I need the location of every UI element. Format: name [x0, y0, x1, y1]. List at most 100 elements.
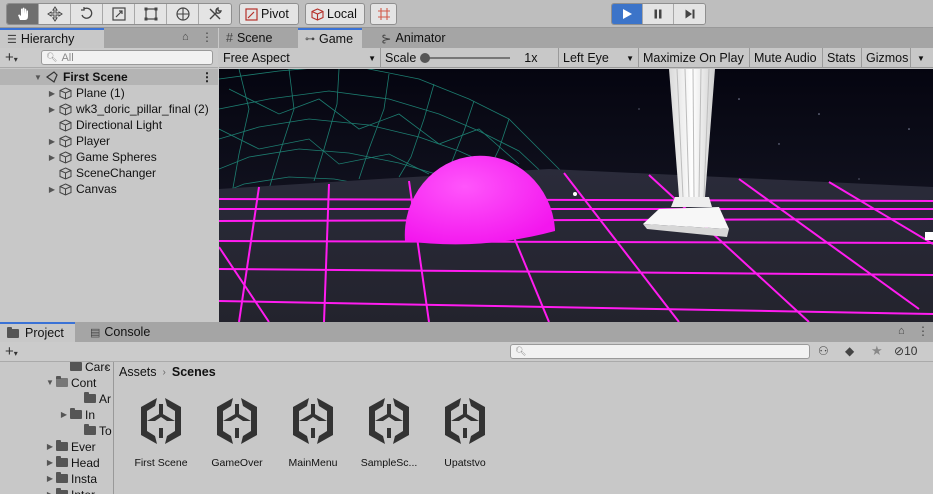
scene-asset-tile[interactable]: GameOver: [199, 396, 275, 469]
hierarchy-item[interactable]: ▶ Game Spheres: [0, 149, 218, 165]
scale-track[interactable]: [420, 53, 511, 63]
white-dot: [573, 192, 577, 196]
tab-console[interactable]: ▤ Console: [83, 322, 163, 342]
rect-tool-button[interactable]: [135, 4, 167, 24]
game-viewport[interactable]: [219, 69, 933, 322]
folder-label: Insta: [71, 471, 98, 486]
transform-tool-button[interactable]: [167, 4, 199, 24]
breadcrumb-assets[interactable]: Assets: [119, 365, 157, 379]
create-button[interactable]: +▾: [5, 49, 18, 66]
expand-arrow-icon[interactable]: ▼: [33, 73, 43, 82]
expand-arrow-icon[interactable]: ▶: [47, 137, 57, 146]
lock-icon[interactable]: ⌂: [898, 325, 905, 337]
scene-asset-tile[interactable]: First Scene: [123, 396, 199, 469]
tab-animator[interactable]: ⊱ Animator: [374, 28, 464, 48]
folder-tree-item[interactable]: ▶ Ever: [44, 439, 96, 454]
kebab-menu-icon[interactable]: ⋮: [201, 30, 213, 44]
dropdown-arrow-icon: ▼: [626, 53, 634, 63]
expand-arrow-icon[interactable]: ▼: [44, 378, 56, 387]
grid-snap-button[interactable]: [370, 3, 397, 25]
folder-tree-item[interactable]: ▼ Cont: [44, 375, 96, 390]
mute-audio-toggle[interactable]: Mute Audio: [750, 48, 823, 68]
pivot-toggle[interactable]: Pivot: [239, 3, 299, 25]
scene-root-row[interactable]: ▼ First Scene ⋮: [0, 69, 218, 85]
step-button[interactable]: [674, 4, 705, 24]
hand-tool-button[interactable]: [7, 4, 39, 24]
hierarchy-item[interactable]: Directional Light: [0, 117, 218, 133]
expand-arrow-icon[interactable]: ▶: [47, 185, 57, 194]
pause-button[interactable]: [643, 4, 674, 24]
aspect-dropdown[interactable]: Free Aspect ▼: [219, 48, 381, 68]
scale-slider[interactable]: Scale 1x: [381, 48, 559, 68]
eye-dropdown[interactable]: Left Eye ▼: [559, 48, 639, 68]
project-assets-panel: Assets › Scenes First Scene GameOver MainM…: [114, 362, 933, 494]
animator-tab-label: Animator: [395, 31, 446, 45]
create-asset-button[interactable]: +▾: [5, 343, 18, 360]
expand-arrow-icon[interactable]: ▶: [44, 474, 56, 483]
expand-arrow-icon[interactable]: ▶: [47, 105, 57, 114]
play-button[interactable]: [612, 4, 643, 24]
move-arrows-icon: [46, 6, 63, 22]
tab-game[interactable]: ⊶ Game: [298, 28, 362, 48]
folder-tree-item[interactable]: Ar: [72, 391, 111, 406]
favorite-star-icon[interactable]: ★: [871, 343, 883, 359]
folder-tree-item[interactable]: To: [72, 423, 112, 438]
hierarchy-search-row: +▾ 🔍︎ All: [0, 48, 218, 68]
hierarchy-item[interactable]: ▶ wk3_doric_pillar_final (2): [0, 101, 218, 117]
expand-arrow-icon[interactable]: ▶: [44, 458, 56, 467]
grid-hash-icon: #: [226, 31, 233, 45]
stats-label: Stats: [827, 51, 856, 65]
console-icon: ▤: [90, 326, 101, 339]
eye-slash-icon: ⊘: [894, 344, 905, 358]
stats-toggle[interactable]: Stats: [823, 48, 862, 68]
folder-tree-item[interactable]: ▶ Insta: [44, 471, 97, 486]
hierarchy-item[interactable]: ▶ Player: [0, 133, 218, 149]
tab-project[interactable]: Project: [0, 322, 75, 342]
scale-icon: [111, 7, 126, 21]
folder-label: In: [85, 407, 96, 422]
scene-tab-label: Scene: [236, 31, 273, 45]
scale-tool-button[interactable]: [103, 4, 135, 24]
scroll-up-arrow-icon[interactable]: ▲: [103, 364, 110, 371]
hierarchy-search-input[interactable]: 🔍︎ All: [41, 50, 213, 65]
expand-arrow-icon[interactable]: ▶: [44, 442, 56, 451]
hierarchy-item[interactable]: ▶ Plane (1): [0, 85, 218, 101]
scene-asset-tile[interactable]: MainMenu: [275, 396, 351, 469]
rotate-tool-button[interactable]: [71, 4, 103, 24]
gizmos-dropdown[interactable]: ▼: [911, 48, 931, 68]
folder-tree-item[interactable]: ▶ Head: [44, 455, 100, 470]
filter-by-type-icon[interactable]: ⚇: [818, 344, 829, 358]
kebab-menu-icon[interactable]: ⋮: [917, 324, 929, 338]
expand-arrow-icon[interactable]: ▶: [47, 89, 57, 98]
hierarchy-item[interactable]: ▶ Canvas: [0, 181, 218, 197]
breadcrumb-scenes[interactable]: Scenes: [172, 365, 216, 379]
scene-asset-tile[interactable]: Upatstvo: [427, 396, 503, 469]
folder-tree-item[interactable]: ▶ In: [58, 407, 95, 422]
play-icon: [623, 9, 632, 19]
local-toggle[interactable]: Local: [305, 3, 365, 25]
tab-hierarchy[interactable]: ☰ Hierarchy: [0, 28, 104, 48]
scale-thumb[interactable]: [420, 53, 431, 63]
gizmos-toggle[interactable]: Gizmos: [862, 48, 911, 68]
tab-scene[interactable]: # Scene: [219, 28, 299, 48]
lock-icon[interactable]: ⌂: [182, 31, 189, 43]
move-tool-button[interactable]: [39, 4, 71, 24]
search-icon: 🔍︎: [46, 52, 58, 62]
folder-tree-item[interactable]: ▶ Inter: [44, 487, 95, 494]
project-search-input[interactable]: 🔍︎: [510, 344, 810, 359]
scene-asset-tile[interactable]: SampleSc...: [351, 396, 427, 469]
expand-arrow-icon[interactable]: ▶: [44, 490, 56, 494]
project-tabbar: Project ▤ Console ⌂ ⋮: [0, 322, 933, 342]
folder-tab-icon: [7, 326, 19, 338]
folder-icon: [56, 472, 68, 483]
hierarchy-item[interactable]: SceneChanger: [0, 165, 218, 181]
expand-arrow-icon[interactable]: ▶: [47, 153, 57, 162]
label-tag-icon[interactable]: ◆: [845, 344, 854, 358]
scene-menu-icon[interactable]: ⋮: [201, 70, 213, 84]
expand-arrow-icon[interactable]: ▶: [58, 410, 70, 419]
custom-tool-button[interactable]: [199, 4, 231, 24]
hidden-packages-toggle[interactable]: ⊘10: [894, 344, 917, 358]
maximize-on-play-toggle[interactable]: Maximize On Play: [639, 48, 750, 68]
gamepad-icon: ⊶: [305, 33, 315, 45]
hierarchy-item-label: Player: [76, 134, 111, 148]
